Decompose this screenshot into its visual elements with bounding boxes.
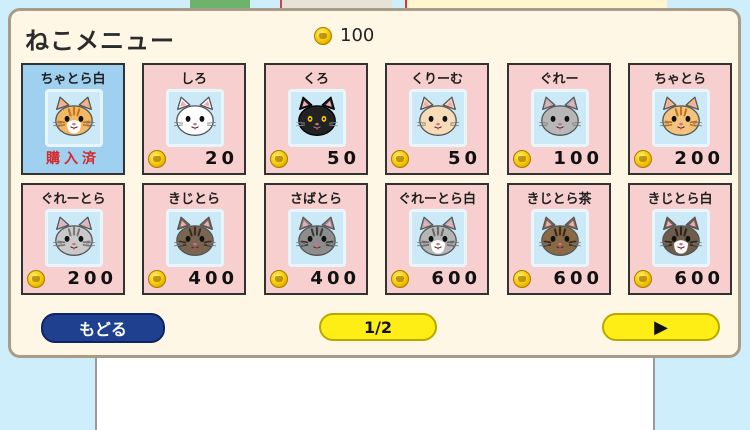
coin-icon xyxy=(634,149,652,168)
cat-price: 600 xyxy=(431,268,481,289)
cat-card[interactable]: きじとら茶 600 xyxy=(507,183,611,295)
cat-card[interactable]: ぐれーとら 200 xyxy=(21,183,125,295)
cat-price: 20 xyxy=(204,148,238,169)
cat-card[interactable]: しろ 20 xyxy=(142,63,246,175)
cat-face-icon xyxy=(409,209,467,267)
cat-face-icon xyxy=(531,89,589,147)
cat-price: 400 xyxy=(310,268,360,289)
cat-card[interactable]: くりーむ 50 xyxy=(385,63,489,175)
cat-face-icon xyxy=(45,209,103,267)
cat-name: きじとら xyxy=(167,192,220,207)
cat-name: ぐれー xyxy=(539,72,579,87)
cat-name: しろ xyxy=(180,72,207,87)
coin-icon xyxy=(148,269,166,288)
next-page-button[interactable]: ▶ xyxy=(602,313,720,341)
purchased-label: 購入済 xyxy=(46,151,100,167)
cat-name: くりーむ xyxy=(410,72,463,87)
cat-price: 100 xyxy=(553,148,603,169)
coin-icon xyxy=(148,149,166,168)
cat-menu-panel: ねこメニュー 100 ちゃとら白 購入済 しろ 20 くろ 50 くりーむ 50… xyxy=(8,8,741,358)
price-row: 600 xyxy=(513,268,603,289)
cat-name: さばとら xyxy=(289,192,342,207)
coin-icon xyxy=(27,269,45,288)
price-row: 200 xyxy=(634,148,724,169)
cat-face-icon xyxy=(45,89,103,147)
cat-card[interactable]: くろ 50 xyxy=(264,63,368,175)
background-paper xyxy=(95,350,655,430)
price-row: 50 xyxy=(391,148,481,169)
cat-card[interactable]: ぐれーとら白 600 xyxy=(385,183,489,295)
cat-price: 200 xyxy=(67,268,117,289)
cat-face-icon xyxy=(288,89,346,147)
cat-face-icon xyxy=(288,209,346,267)
cat-face-icon xyxy=(166,209,224,267)
cat-face-icon xyxy=(531,209,589,267)
cat-price: 200 xyxy=(674,148,724,169)
coin-icon xyxy=(513,269,531,288)
coin-icon xyxy=(634,269,652,288)
coin-icon xyxy=(391,269,409,288)
cat-name: きじとら茶 xyxy=(526,192,592,207)
cat-face-icon xyxy=(166,89,224,147)
cat-card[interactable]: きじとら 400 xyxy=(142,183,246,295)
cat-name: ちゃとら xyxy=(653,72,706,87)
coin-icon xyxy=(270,149,288,168)
cat-card[interactable]: さばとら 400 xyxy=(264,183,368,295)
cat-card[interactable]: きじとら白 600 xyxy=(628,183,732,295)
price-row: 400 xyxy=(270,268,360,289)
background-decor xyxy=(405,0,667,8)
price-row: 400 xyxy=(148,268,238,289)
cat-price: 50 xyxy=(447,148,481,169)
coin-total: 100 xyxy=(314,25,374,46)
cat-face-icon xyxy=(409,89,467,147)
cat-face-icon xyxy=(652,89,710,147)
cat-price: 600 xyxy=(674,268,724,289)
cat-name: くろ xyxy=(302,72,329,87)
coin-count: 100 xyxy=(340,25,375,46)
cat-name: ぐれーとら xyxy=(40,192,106,207)
page-indicator-button[interactable]: 1/2 xyxy=(319,313,437,341)
cat-name: ちゃとら白 xyxy=(40,72,106,87)
price-row: 600 xyxy=(391,268,481,289)
coin-icon xyxy=(513,149,531,168)
price-row: 600 xyxy=(634,268,724,289)
cat-price: 400 xyxy=(188,268,238,289)
coin-icon xyxy=(270,269,288,288)
cat-card[interactable]: ぐれー 100 xyxy=(507,63,611,175)
cat-face-icon xyxy=(652,209,710,267)
cat-card[interactable]: ちゃとら 200 xyxy=(628,63,732,175)
cat-price: 600 xyxy=(553,268,603,289)
price-row: 100 xyxy=(513,148,603,169)
play-arrow-icon: ▶ xyxy=(654,316,668,338)
coin-icon xyxy=(391,149,409,168)
background-decor xyxy=(280,0,392,8)
back-button[interactable]: もどる xyxy=(41,313,165,343)
price-row: 200 xyxy=(27,268,117,289)
menu-title: ねこメニュー xyxy=(25,27,175,55)
price-row: 50 xyxy=(270,148,360,169)
cat-name: ぐれーとら白 xyxy=(397,192,476,207)
price-row: 20 xyxy=(148,148,238,169)
cat-card[interactable]: ちゃとら白 購入済 xyxy=(21,63,125,175)
cat-name: きじとら白 xyxy=(647,192,713,207)
background-decor xyxy=(190,0,250,8)
cat-price: 50 xyxy=(326,148,360,169)
coin-icon xyxy=(314,26,332,45)
